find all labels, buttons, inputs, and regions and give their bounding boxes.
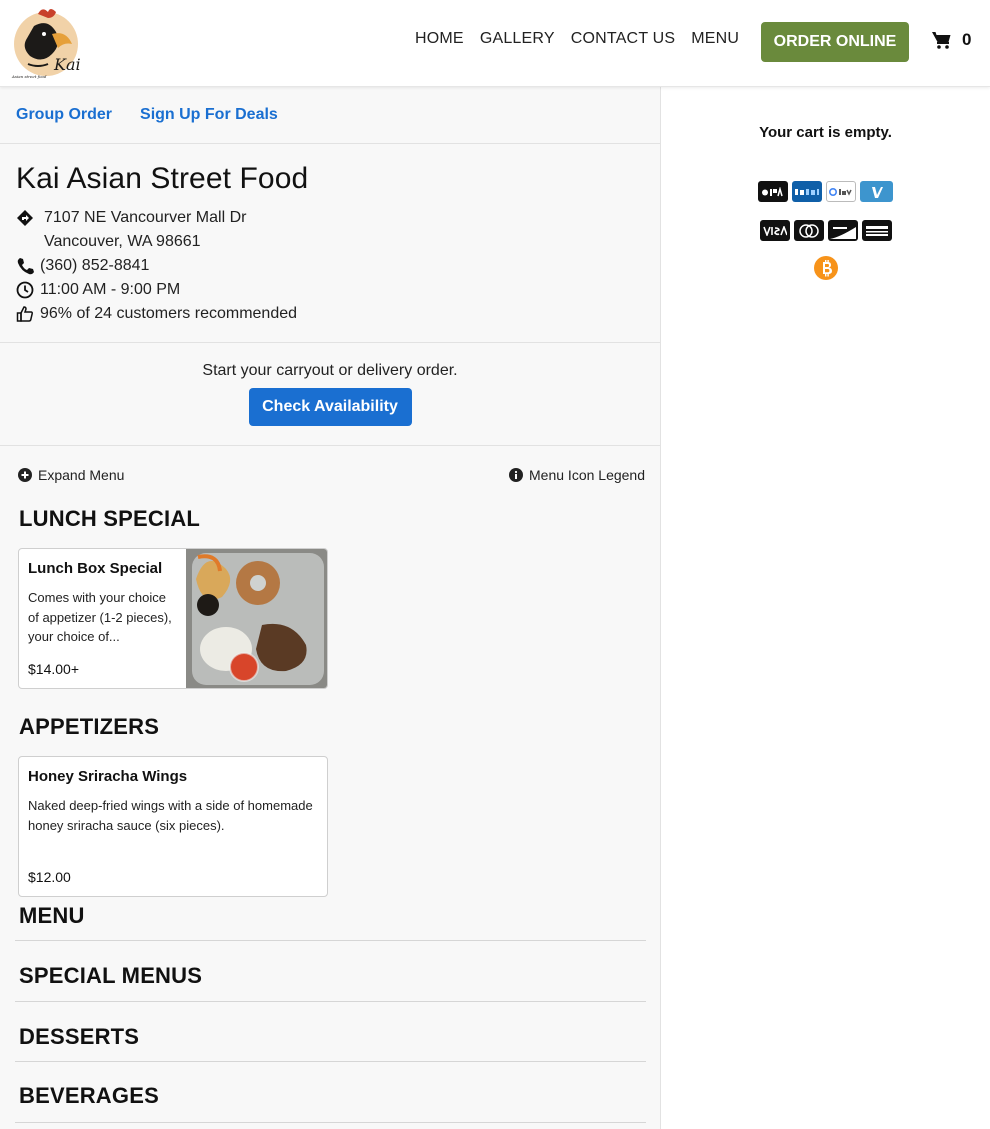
menu-item-description: Naked deep-fried wings with a side of ho…: [28, 798, 313, 833]
category-row-menu[interactable]: MENU: [15, 895, 646, 941]
bitcoin-icon: [813, 256, 838, 280]
payment-methods-row-2: [661, 220, 990, 241]
section-title-appetizers: APPETIZERS: [19, 714, 160, 739]
cart-empty-message: Your cart is empty.: [759, 124, 892, 141]
group-order-link[interactable]: Group Order: [16, 106, 112, 124]
menu-item-name: Lunch Box Special: [28, 560, 163, 577]
hours-text: 11:00 AM - 9:00 PM: [40, 281, 181, 298]
phone-row[interactable]: (360) 852-8841: [16, 254, 644, 278]
clock-icon: [16, 281, 34, 299]
cart-button[interactable]: 0: [932, 30, 971, 50]
mastercard-icon: [793, 220, 824, 241]
directions-icon: [17, 210, 33, 226]
svg-text:Kai: Kai: [53, 55, 81, 74]
category-title: BEVERAGES: [19, 1083, 159, 1108]
recommend-row: 96% of 24 customers recommended: [16, 302, 644, 326]
top-navbar: Kai Asian street food HOME GALLERY CONTA…: [0, 0, 990, 87]
address-line1: 7107 NE Vancourver Mall Dr: [44, 209, 247, 226]
svg-text:Asian street food: Asian street food: [11, 74, 47, 79]
thumbs-up-icon: [16, 306, 33, 322]
nav-menu[interactable]: MENU: [691, 30, 739, 48]
venmo-icon: [860, 181, 893, 202]
address-row[interactable]: 7107 NE Vancourver Mall Dr Vancouver, WA…: [16, 206, 644, 254]
menu-item-name: Honey Sriracha Wings: [28, 768, 188, 785]
nav-home[interactable]: HOME: [415, 30, 464, 48]
main-content: Group Order Sign Up For Deals Kai Asian …: [0, 87, 661, 1129]
menu-item-price: $14.00+: [28, 661, 79, 677]
menu-item-description: Comes with your choice of appetizer (1-2…: [28, 590, 172, 644]
expand-menu-button[interactable]: Expand Menu: [18, 467, 124, 483]
check-availability-button[interactable]: Check Availability: [248, 388, 412, 426]
hours-row: 11:00 AM - 9:00 PM: [16, 278, 644, 302]
recommend-text: 96% of 24 customers recommended: [40, 305, 298, 322]
nav-contact-us[interactable]: CONTACT US: [571, 30, 676, 48]
menu-tools: Expand Menu Menu Icon Legend: [18, 465, 645, 485]
discover-icon: [827, 220, 858, 241]
category-row-beverages[interactable]: BEVERAGES: [15, 1062, 646, 1123]
availability-panel: Start your carryout or delivery order. C…: [0, 343, 660, 446]
nav-gallery[interactable]: GALLERY: [480, 30, 555, 48]
visa-icon: [759, 220, 790, 241]
info-icon: [509, 468, 524, 482]
plus-circle-icon: [18, 468, 32, 482]
expand-menu-label: Expand Menu: [38, 467, 125, 483]
menu-item-card[interactable]: Lunch Box Special Comes with your choice…: [18, 548, 328, 689]
sign-up-deals-link[interactable]: Sign Up For Deals: [140, 106, 278, 124]
menu-icon-legend-button[interactable]: Menu Icon Legend: [509, 467, 645, 483]
phone-number: (360) 852-8841: [40, 257, 150, 274]
cart-count: 0: [962, 30, 972, 49]
category-title: SPECIAL MENUS: [19, 963, 203, 988]
category-title: DESSERTS: [19, 1024, 140, 1049]
availability-prompt: Start your carryout or delivery order.: [202, 362, 458, 379]
section-title-lunch-special: LUNCH SPECIAL: [19, 506, 201, 531]
payment-methods-row-3: [661, 256, 990, 280]
paypal-icon: [792, 181, 822, 202]
amex-icon: [861, 220, 892, 241]
cart-sidebar: Your cart is empty.: [661, 87, 990, 1129]
address-line2: Vancouver, WA 98661: [44, 233, 201, 250]
menu-item-price: $12.00: [28, 869, 71, 885]
category-title: MENU: [19, 903, 85, 928]
order-online-button[interactable]: ORDER ONLINE: [761, 22, 909, 62]
restaurant-info: Kai Asian Street Food 7107 NE Vancourver…: [0, 144, 660, 343]
category-row-desserts[interactable]: DESSERTS: [15, 1002, 646, 1062]
menu-item-card[interactable]: Honey Sriracha Wings Naked deep-fried wi…: [18, 756, 328, 897]
apple-pay-icon: [758, 181, 788, 202]
menu-icon-legend-label: Menu Icon Legend: [529, 467, 645, 483]
category-row-special-menus[interactable]: SPECIAL MENUS: [15, 941, 646, 1002]
google-pay-icon: [826, 181, 856, 202]
payment-methods-row-1: [661, 181, 990, 202]
kai-logo[interactable]: Kai Asian street food: [8, 4, 88, 82]
restaurant-name: Kai Asian Street Food: [16, 162, 309, 195]
cart-icon: [932, 32, 951, 49]
lunch-box-photo: [186, 549, 327, 688]
top-links-bar: Group Order Sign Up For Deals: [0, 87, 660, 144]
phone-icon: [17, 258, 34, 275]
